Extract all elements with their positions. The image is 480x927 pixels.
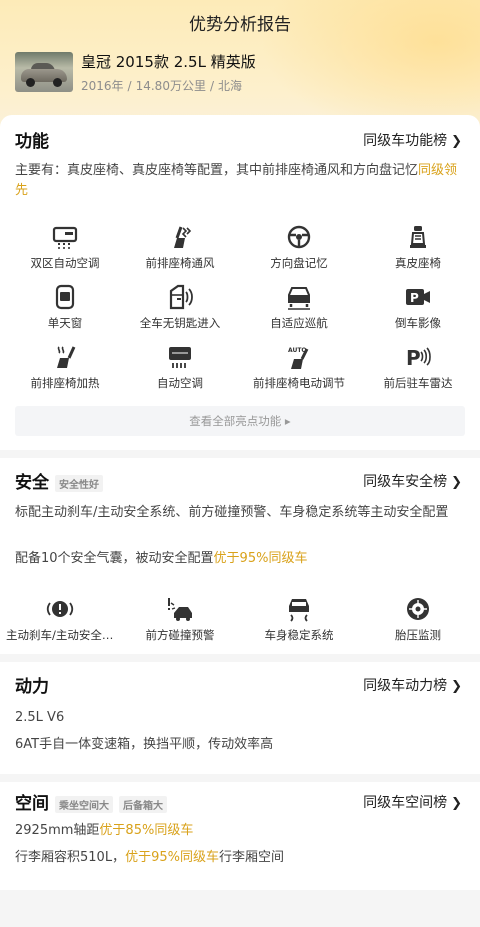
features-title: 功能 bbox=[15, 132, 49, 152]
keyless-entry-icon bbox=[169, 284, 193, 310]
chevron-right-icon: ❯ bbox=[451, 475, 462, 490]
sunroof-icon bbox=[55, 284, 75, 310]
tire-pressure-icon bbox=[407, 598, 429, 620]
chevron-right-icon: ❯ bbox=[451, 796, 462, 811]
car-mileage: 14.80万公里 bbox=[135, 79, 206, 93]
features-rank-link[interactable]: 同级车功能榜 ❯ bbox=[363, 130, 462, 150]
svg-text:P: P bbox=[406, 346, 421, 370]
space-trunk: 行李厢容积510L，优于95%同级车行李厢空间 bbox=[15, 850, 284, 865]
chevron-right-icon: ❯ bbox=[451, 679, 462, 694]
features-section: 功能 同级车功能榜 ❯ 主要有：真皮座椅、真皮座椅等配置，其中前排座椅通风和方向盘… bbox=[0, 115, 480, 450]
safety-tag: 安全性好 bbox=[55, 474, 103, 492]
feature-item[interactable]: 自适应巡航 bbox=[239, 283, 359, 331]
active-brake-icon bbox=[46, 601, 74, 617]
stability-control-icon bbox=[289, 599, 309, 622]
steering-memory-icon bbox=[287, 225, 311, 249]
safety-title: 安全 安全性好 bbox=[15, 468, 103, 493]
feature-item[interactable]: 单天窗 bbox=[5, 283, 125, 331]
parking-radar-icon: P bbox=[406, 346, 431, 370]
feature-item[interactable]: 双区自动空调 bbox=[5, 223, 125, 271]
power-title: 动力 bbox=[15, 677, 49, 697]
leather-seat-icon bbox=[410, 226, 426, 248]
safety-rank-link[interactable]: 同级车安全榜 ❯ bbox=[363, 471, 462, 491]
power-transmission: 6AT手自一体变速箱，换挡平顺，传动效率高 bbox=[15, 737, 274, 752]
svg-text:P: P bbox=[410, 291, 419, 305]
power-rank-link[interactable]: 同级车动力榜 ❯ bbox=[363, 675, 462, 695]
section-divider bbox=[0, 450, 480, 458]
feature-item[interactable]: P 倒车影像 bbox=[358, 283, 478, 331]
page-title: 优势分析报告 bbox=[189, 15, 291, 35]
safety-item[interactable]: 主动刹车/主动安全系统 bbox=[0, 595, 120, 643]
car-meta: 2016年/14.80万公里 / 北海 bbox=[81, 79, 243, 93]
safety-item[interactable]: 车身稳定系统 bbox=[239, 595, 359, 643]
car-city: 北海 bbox=[218, 79, 243, 93]
car-name: 皇冠 2015款 2.5L 精英版 bbox=[81, 53, 256, 71]
safety-item[interactable]: 前方碰撞预警 bbox=[120, 595, 240, 643]
safety-item[interactable]: 胎压监测 bbox=[358, 595, 478, 643]
auto-ac-icon bbox=[169, 347, 191, 368]
power-engine: 2.5L V6 bbox=[15, 710, 65, 725]
reverse-camera-icon: P bbox=[406, 289, 430, 305]
features-summary: 主要有：真皮座椅、真皮座椅等配置，其中前排座椅通风和方向盘记忆同级领先 bbox=[15, 163, 458, 198]
section-divider bbox=[0, 774, 480, 782]
adaptive-cruise-icon bbox=[288, 287, 310, 310]
power-section: 动力 同级车动力榜 ❯ 2.5L V6 6AT手自一体变速箱，换挡平顺，传动效率高 bbox=[0, 662, 480, 774]
power-seat-icon: AUTO bbox=[288, 347, 309, 369]
car-year: 2016年 bbox=[81, 79, 124, 93]
feature-item[interactable]: 前排座椅加热 bbox=[5, 343, 125, 391]
feature-item[interactable]: 方向盘记忆 bbox=[239, 223, 359, 271]
collision-warning-icon bbox=[168, 598, 192, 621]
safety-section: 安全 安全性好 同级车安全榜 ❯ 标配主动刹车/主动安全系统、前方碰撞预警、车身稳定… bbox=[0, 458, 480, 654]
seat-ventilation-icon bbox=[174, 226, 192, 248]
space-tag: 乘坐空间大 bbox=[55, 795, 113, 813]
feature-item[interactable]: AUTO 前排座椅电动调节 bbox=[239, 343, 359, 391]
car-header[interactable]: 皇冠 2015款 2.5L 精英版 2016年/14.80万公里 / 北海 bbox=[15, 52, 256, 94]
section-divider bbox=[0, 654, 480, 662]
space-wheelbase: 2925mm轴距优于85%同级车 bbox=[15, 823, 194, 838]
car-thumbnail bbox=[15, 52, 73, 92]
feature-item[interactable]: 真皮座椅 bbox=[358, 223, 478, 271]
space-title: 空间 乘坐空间大 后备箱大 bbox=[15, 789, 167, 814]
space-rank-link[interactable]: 同级车空间榜 ❯ bbox=[363, 792, 462, 812]
chevron-right-icon: ❯ bbox=[451, 134, 462, 149]
feature-item[interactable]: 前排座椅通风 bbox=[120, 223, 240, 271]
seat-heating-icon bbox=[57, 346, 76, 368]
space-section: 空间 乘坐空间大 后备箱大 同级车空间榜 ❯ 2925mm轴距优于85%同级车 行李厢… bbox=[0, 782, 480, 890]
safety-active-text: 标配主动刹车/主动安全系统、前方碰撞预警、车身稳定系统等主动安全配置 bbox=[15, 505, 449, 520]
view-all-features-button[interactable]: 查看全部亮点功能 ▸ bbox=[15, 406, 465, 436]
feature-item[interactable]: 自动空调 bbox=[120, 343, 240, 391]
space-tag: 后备箱大 bbox=[119, 795, 167, 813]
dual-zone-ac-icon bbox=[52, 226, 78, 249]
feature-item[interactable]: P 前后驻车雷达 bbox=[358, 343, 478, 391]
safety-passive-text: 配备10个安全气囊，被动安全配置优于95%同级车 bbox=[15, 551, 308, 566]
feature-item[interactable]: 全车无钥匙进入 bbox=[120, 283, 240, 331]
